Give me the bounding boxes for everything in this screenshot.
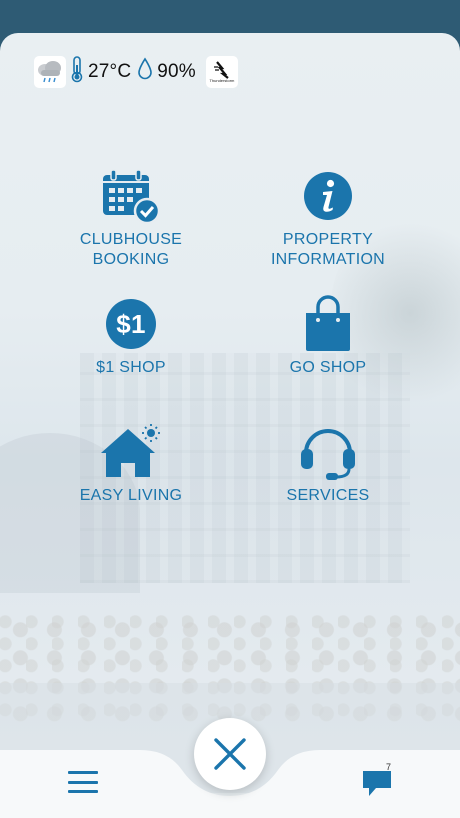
- services-label: SERVICES: [286, 487, 370, 504]
- go-shop-button[interactable]: GO SHOP: [228, 294, 428, 378]
- svg-text:$1: $1: [116, 309, 146, 339]
- close-button[interactable]: [194, 718, 266, 790]
- headset-icon: [228, 422, 428, 482]
- dollar-one-shop-label: $1 SHOP: [96, 359, 166, 376]
- go-shop-label: GO SHOP: [289, 359, 367, 376]
- thermometer-icon: [70, 55, 84, 89]
- services-button[interactable]: SERVICES: [228, 422, 428, 506]
- dollar-one-icon: $1: [31, 294, 231, 354]
- thunderstorm-warning-icon: Thunderstorm: [205, 56, 238, 88]
- clubhouse-booking-button[interactable]: CLUBHOUSE BOOKING: [31, 166, 231, 270]
- chat-button[interactable]: [360, 766, 400, 800]
- calendar-check-icon: [31, 166, 231, 226]
- easy-living-label: EASY LIVING: [79, 487, 183, 504]
- property-information-button[interactable]: PROPERTY INFORMATION: [228, 166, 428, 270]
- humidity-value: 90%: [157, 61, 196, 82]
- hamburger-menu-icon[interactable]: [66, 768, 100, 796]
- shopping-bag-icon: [228, 294, 428, 354]
- house-sun-icon: [31, 422, 231, 482]
- rain-cloud-icon: [34, 56, 66, 88]
- info-icon: [228, 166, 428, 226]
- weather-bar: 27°C 90% Thunderstorm: [34, 56, 238, 88]
- humidity-icon: [137, 57, 153, 87]
- warning-label: Thunderstorm: [209, 78, 235, 83]
- close-icon: [214, 738, 246, 770]
- clubhouse-booking-label: CLUBHOUSE BOOKING: [79, 231, 183, 268]
- chat-count-badge: 7: [386, 762, 392, 772]
- property-information-label: PROPERTY INFORMATION: [270, 231, 386, 268]
- temperature-value: 27°C: [88, 61, 132, 82]
- easy-living-button[interactable]: EASY LIVING: [31, 422, 231, 506]
- dollar-one-shop-button[interactable]: $1 $1 SHOP: [31, 294, 231, 378]
